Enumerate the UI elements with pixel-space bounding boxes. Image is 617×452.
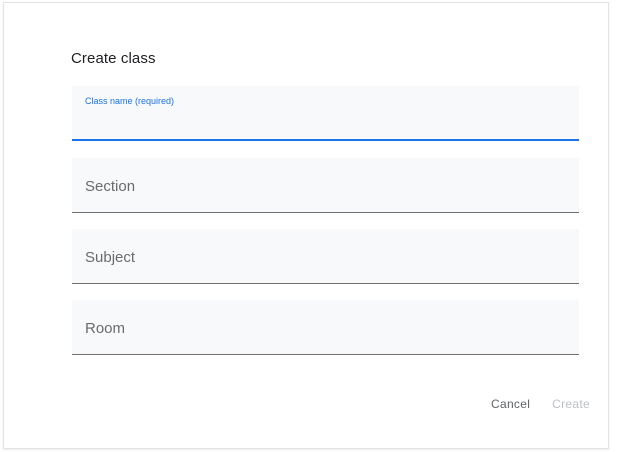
room-field[interactable]: Room (72, 300, 579, 355)
section-label: Section (85, 178, 136, 195)
create-class-dialog: Create class Class name (required) Secti… (3, 2, 609, 449)
cancel-button[interactable]: Cancel (491, 397, 530, 411)
class-name-field[interactable]: Class name (required) (72, 86, 579, 141)
subject-label: Subject (85, 249, 136, 266)
room-label: Room (85, 320, 126, 337)
class-name-input[interactable] (85, 112, 565, 129)
dialog-actions: Cancel Create (491, 397, 590, 411)
create-button[interactable]: Create (552, 397, 590, 411)
class-name-label: Class name (required) (85, 96, 175, 106)
section-field[interactable]: Section (72, 158, 579, 213)
dialog-title: Create class (71, 50, 156, 67)
subject-field[interactable]: Subject (72, 229, 579, 284)
